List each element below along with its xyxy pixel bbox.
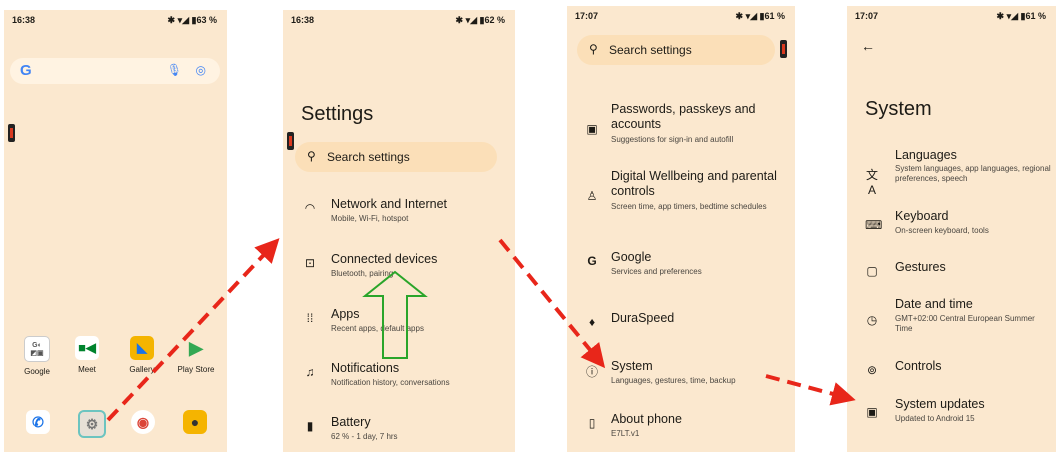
annotation-overlay xyxy=(106,238,856,422)
red-arrow-home-to-settings xyxy=(106,238,280,422)
green-scroll-up-arrow xyxy=(362,270,428,359)
red-arrow-settings-to-system xyxy=(498,238,606,369)
red-arrow-system-to-updates xyxy=(765,374,856,406)
